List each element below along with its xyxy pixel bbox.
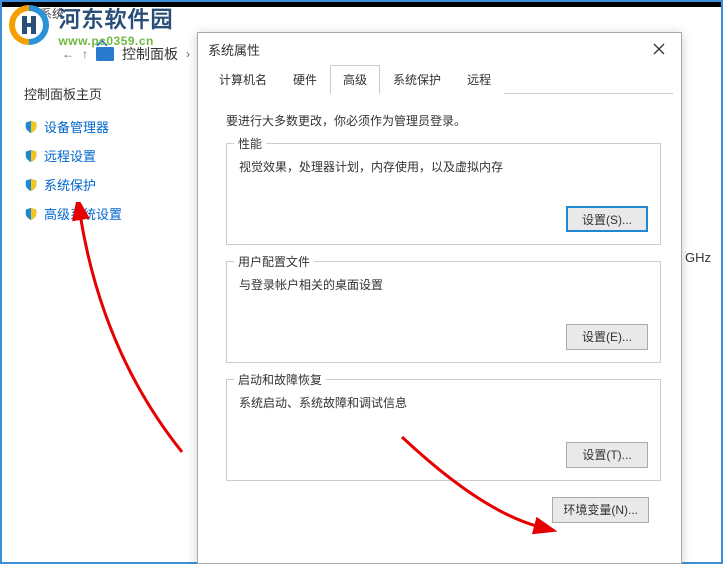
window-titlebar-stub xyxy=(2,2,721,7)
tab-content-advanced: 要进行大多数更改，你必须作为管理员登录。 性能 视觉效果，处理器计划，内存使用，… xyxy=(198,94,681,533)
sidebar-link-label[interactable]: 系统保护 xyxy=(44,175,96,194)
tab-computer-name[interactable]: 计算机名 xyxy=(206,65,280,94)
section-legend: 用户配置文件 xyxy=(234,253,314,270)
close-icon xyxy=(653,43,665,55)
sidebar-link-label[interactable]: 设备管理器 xyxy=(44,117,109,136)
tab-remote[interactable]: 远程 xyxy=(454,65,504,94)
user-profile-section: 用户配置文件 与登录帐户相关的桌面设置 设置(E)... xyxy=(226,261,661,363)
chevron-right-icon: › xyxy=(186,47,190,61)
system-properties-dialog: 系统属性 计算机名 硬件 高级 系统保护 远程 要进行大多数更改，你必须作为管理… xyxy=(197,32,682,564)
performance-section: 性能 视觉效果，处理器计划，内存使用，以及虚拟内存 设置(S)... xyxy=(226,143,661,245)
startup-recovery-section: 启动和故障恢复 系统启动、系统故障和调试信息 设置(T)... xyxy=(226,379,661,481)
nav-up-icon[interactable]: ↑ xyxy=(82,47,88,61)
sidebar-link-label[interactable]: 远程设置 xyxy=(44,146,96,165)
performance-settings-button[interactable]: 设置(S)... xyxy=(566,206,648,232)
dialog-title: 系统属性 xyxy=(208,40,260,59)
shield-icon xyxy=(24,149,38,163)
startup-settings-button[interactable]: 设置(T)... xyxy=(566,442,648,468)
nav-back-icon[interactable]: ← xyxy=(62,47,74,61)
tab-protection[interactable]: 系统保护 xyxy=(380,65,454,94)
intro-text: 要进行大多数更改，你必须作为管理员登录。 xyxy=(226,112,661,129)
tab-bar: 计算机名 硬件 高级 系统保护 远程 xyxy=(206,65,673,94)
section-desc: 视觉效果，处理器计划，内存使用，以及虚拟内存 xyxy=(239,158,648,176)
watermark-logo: 河东软件园 www.pc0359.cn xyxy=(7,2,173,48)
breadcrumb-label[interactable]: 控制面板 xyxy=(122,44,178,64)
section-legend: 性能 xyxy=(234,135,266,152)
section-desc: 与登录帐户相关的桌面设置 xyxy=(239,276,648,294)
breadcrumb: ← ↑ 控制面板 › xyxy=(62,44,190,64)
sidebar-item-advanced[interactable]: 高级系统设置 xyxy=(24,204,184,223)
sidebar-item-device-manager[interactable]: 设备管理器 xyxy=(24,117,184,136)
annotation-arrow-1 xyxy=(62,202,202,462)
sidebar-link-label[interactable]: 高级系统设置 xyxy=(44,204,122,223)
shield-icon xyxy=(24,178,38,192)
profile-settings-button[interactable]: 设置(E)... xyxy=(566,324,648,350)
sidebar-title[interactable]: 控制面板主页 xyxy=(24,84,184,103)
window-title: 系统 xyxy=(40,5,64,22)
control-panel-sidebar: 控制面板主页 设备管理器 远程设置 系统保护 高级系统设置 xyxy=(24,84,184,233)
section-desc: 系统启动、系统故障和调试信息 xyxy=(239,394,648,412)
section-legend: 启动和故障恢复 xyxy=(234,371,326,388)
shield-icon xyxy=(24,120,38,134)
tab-advanced[interactable]: 高级 xyxy=(330,65,380,94)
shield-icon xyxy=(24,207,38,221)
sidebar-item-remote[interactable]: 远程设置 xyxy=(24,146,184,165)
environment-variables-button[interactable]: 环境变量(N)... xyxy=(552,497,649,523)
sidebar-item-protection[interactable]: 系统保护 xyxy=(24,175,184,194)
dialog-titlebar[interactable]: 系统属性 xyxy=(198,33,681,65)
folder-icon xyxy=(96,47,114,61)
tab-hardware[interactable]: 硬件 xyxy=(280,65,330,94)
close-button[interactable] xyxy=(639,34,679,64)
